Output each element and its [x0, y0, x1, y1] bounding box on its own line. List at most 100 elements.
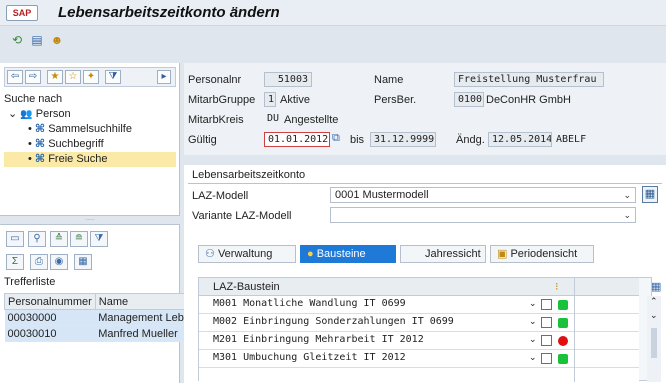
status-lamp-green: [558, 318, 568, 328]
row-checkbox[interactable]: [541, 317, 552, 328]
back-arrow-icon[interactable]: ⇦: [7, 70, 23, 84]
column-separator: [574, 278, 575, 296]
tab-jahressicht[interactable]: Jahressicht: [400, 245, 486, 263]
table-row[interactable]: 00030010 Manfred Mueller: [4, 325, 187, 342]
layout-icon[interactable]: ▭: [6, 231, 24, 247]
mitarbgruppe-text: Aktive: [280, 94, 310, 106]
export-icon[interactable]: ▦: [74, 254, 92, 270]
building-blocks-icon: ●: [307, 248, 314, 260]
column-header[interactable]: Personalnummer: [4, 293, 96, 310]
forward-arrow-icon[interactable]: ⇨: [25, 70, 41, 84]
mitarbkreis-label: MitarbKreis: [188, 114, 244, 126]
sort-descending-icon[interactable]: ≘: [70, 231, 88, 247]
chevron-down-icon[interactable]: ⌄: [529, 316, 537, 327]
view-icon[interactable]: ◉: [50, 254, 68, 270]
row-checkbox[interactable]: [541, 335, 552, 346]
chevron-down-icon[interactable]: ⌄: [529, 352, 537, 363]
binoculars-icon: ⌘: [34, 123, 46, 135]
binoculars-icon: ⌘: [34, 138, 46, 150]
object-manager-panel: ⇦ ⇨ ★ ☆ ✦ ⧩ ▸ Suche nach ⌄ 👥 Person • ⌘ …: [0, 63, 188, 383]
search-icon[interactable]: ⚲: [28, 231, 46, 247]
laz-modell-dropdown[interactable]: 0001 Mustermodell ⌄: [330, 187, 636, 203]
status-column-icon: ⁝: [555, 281, 559, 293]
tab-verwaltung[interactable]: ⚇ Verwaltung: [198, 245, 296, 263]
bullet-icon: •: [28, 153, 32, 165]
scroll-down-icon[interactable]: ⌄: [650, 310, 658, 321]
print-icon[interactable]: ⎙: [30, 254, 48, 270]
column-header[interactable]: LAZ-Baustein: [213, 281, 280, 293]
table-settings-icon[interactable]: ▦: [651, 280, 661, 293]
chevron-down-icon[interactable]: ⌄: [529, 298, 537, 309]
results-table: Personalnummer Name 00030000 Management …: [4, 293, 188, 342]
tab-bausteine[interactable]: ● Bausteine: [300, 245, 396, 263]
laz-modell-value: 0001 Mustermodell: [335, 189, 429, 201]
period-icon: ▣: [497, 248, 508, 260]
sap-menu-button[interactable]: SAP: [6, 5, 38, 21]
table-row[interactable]: M002 Einbringung Sonderzahlungen IT 0699…: [199, 314, 639, 332]
gueltig-bis-field: 31.12.9999: [370, 132, 436, 147]
expand-right-icon[interactable]: ▸: [157, 70, 171, 84]
baustein-text: M201 Einbringung Mehrarbeit IT 2012: [213, 334, 424, 345]
table-row[interactable]: M301 Umbuchung Gleitzeit IT 2012 ⌄: [199, 350, 639, 368]
name-field: Freistellung Musterfrau: [454, 72, 604, 87]
manage-favorites-icon[interactable]: ✦: [83, 70, 99, 84]
filter-icon[interactable]: ⧩: [90, 231, 108, 247]
table-row-empty: [199, 368, 639, 382]
favorites-icon[interactable]: ★: [47, 70, 63, 84]
table-row[interactable]: M001 Monatliche Wandlung IT 0699 ⌄: [199, 296, 639, 314]
calendar-icon[interactable]: ⧉: [332, 132, 340, 145]
scroll-up-icon[interactable]: ⌃: [650, 296, 658, 307]
tree-node-suchbegriff[interactable]: • ⌘ Suchbegriff: [4, 137, 176, 152]
chevron-down-icon: ⌄: [623, 210, 631, 220]
tree-node-person[interactable]: ⌄ 👥 Person: [4, 107, 176, 122]
refresh-icon[interactable]: ⟲: [10, 33, 24, 47]
tree-node-freie-suche[interactable]: • ⌘ Freie Suche: [4, 152, 176, 167]
tree-node-label: Sammelsuchhilfe: [48, 123, 132, 135]
mitarbgruppe-label: MitarbGruppe: [188, 94, 256, 106]
table-row[interactable]: 00030000 Management Leb: [4, 309, 187, 326]
add-favorite-icon[interactable]: ☆: [65, 70, 81, 84]
column-header[interactable]: Name: [94, 293, 188, 310]
chevron-down-icon[interactable]: ⌄: [529, 334, 537, 345]
gueltig-von-input[interactable]: 01.01.2012: [264, 132, 330, 147]
tree-node-sammelsuchhilfe[interactable]: • ⌘ Sammelsuchhilfe: [4, 122, 176, 137]
persber-label: PersBer.: [374, 94, 417, 106]
grid-header: LAZ-Baustein ⁝: [199, 278, 639, 296]
calculator-icon[interactable]: ▦: [642, 186, 658, 203]
collapse-icon[interactable]: ⌄: [8, 108, 17, 120]
bis-label: bis: [350, 134, 365, 146]
results-toolbar-1: ▭ ⚲ ≙ ≘ ⧩: [4, 229, 176, 249]
totals-icon[interactable]: Σ: [6, 254, 24, 270]
bausteine-grid: LAZ-Baustein ⁝ ▦ M001 Monatliche Wandlun…: [198, 277, 661, 382]
tab-label: Jahressicht: [425, 248, 481, 260]
row-checkbox[interactable]: [541, 353, 552, 364]
column-separator: [574, 368, 575, 382]
scroll-thumb[interactable]: [651, 328, 657, 358]
chevron-down-icon: ⌄: [623, 190, 631, 200]
bullet-icon: •: [28, 123, 32, 135]
table-row[interactable]: M201 Einbringung Mehrarbeit IT 2012 ⌄: [199, 332, 639, 350]
person-edit-icon: ⚇: [205, 248, 215, 260]
aendg-label: Ändg.: [456, 134, 485, 146]
tab-label: Bausteine: [316, 248, 366, 260]
section-title: Lebensarbeitszeitkonto: [192, 169, 306, 181]
tab-periodensicht[interactable]: ▣ Periodensicht: [490, 245, 594, 263]
filter-dropdown-icon[interactable]: ⧩: [105, 70, 121, 84]
status-lamp-green: [558, 300, 568, 310]
tab-label: Verwaltung: [217, 248, 273, 260]
column-separator: [574, 314, 575, 332]
variante-dropdown[interactable]: ⌄: [330, 207, 636, 223]
title-bar: SAP Lebensarbeitszeitkonto ändern: [0, 0, 666, 26]
vertical-scrollbar[interactable]: ⌃ ⌄: [647, 296, 661, 382]
mitarbgruppe-code: 1: [264, 92, 276, 107]
results-heading: Trefferliste: [4, 276, 56, 288]
variante-label: Variante LAZ-Modell: [192, 210, 292, 222]
persons-icon[interactable]: ☻: [50, 33, 64, 47]
personalnr-label: Personalnr: [188, 74, 242, 86]
mitarbkreis-code: DU: [267, 113, 280, 124]
persber-code: 0100: [454, 92, 484, 107]
document-icon[interactable]: ▤: [30, 33, 44, 47]
row-checkbox[interactable]: [541, 299, 552, 310]
sort-ascending-icon[interactable]: ≙: [50, 231, 68, 247]
panel-splitter[interactable]: .....: [0, 215, 180, 225]
